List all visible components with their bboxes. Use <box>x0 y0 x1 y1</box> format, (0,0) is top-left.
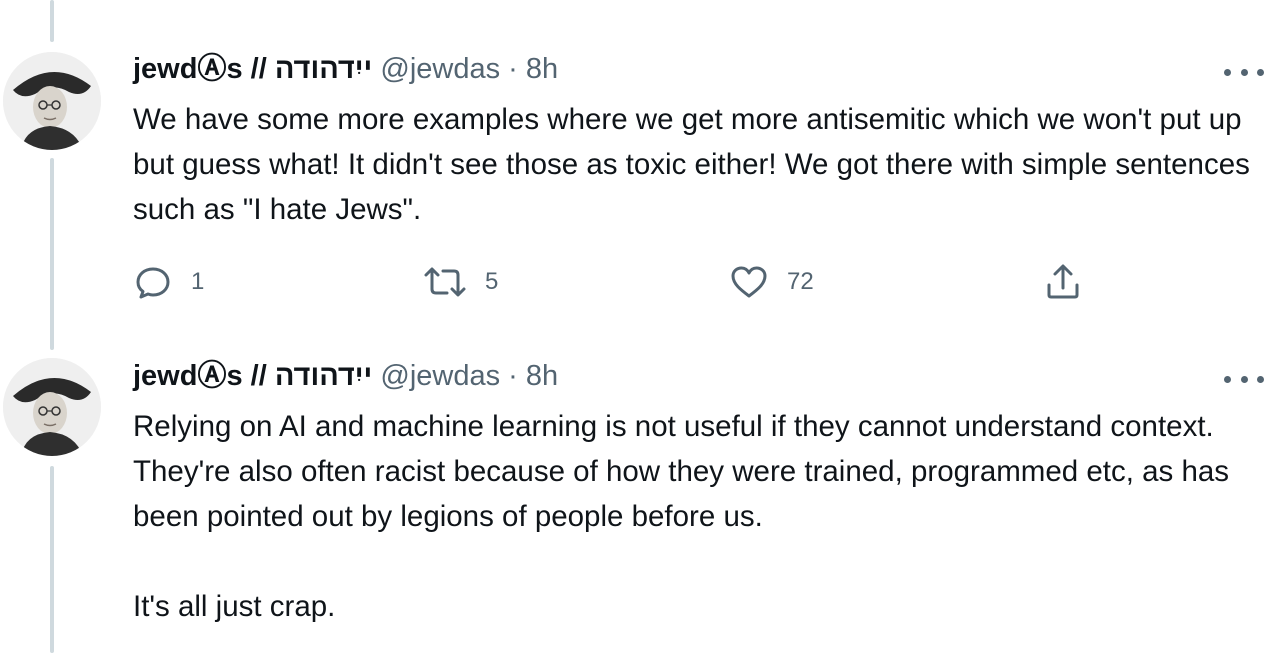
share-upload-icon <box>1047 264 1079 299</box>
tweet[interactable]: jewdⒶs // ייִדהודה @jewdas · 8h Relying … <box>0 330 1280 653</box>
avatar[interactable] <box>3 52 101 150</box>
author-name[interactable]: jewdⒶs // ייִדהודה <box>133 360 372 392</box>
retweet-arrows-icon <box>424 267 466 297</box>
retweet-button[interactable]: 5 <box>423 262 498 302</box>
tweet-actions: 1 5 72 <box>133 262 1113 302</box>
author-handle[interactable]: @jewdas <box>380 360 500 392</box>
avatar-portrait-image <box>3 52 101 150</box>
like-button[interactable]: 72 <box>729 262 814 302</box>
tweet-text: We have some more examples where we get … <box>133 103 1259 226</box>
reply-count: 1 <box>191 268 205 295</box>
share-button[interactable] <box>1043 262 1083 302</box>
tweet[interactable]: jewdⒶs // ייִדהודה @jewdas · 8h We have … <box>0 0 1280 330</box>
tweet-header: jewdⒶs // ייִדהודה @jewdas · 8h <box>133 356 1220 396</box>
avatar-portrait-image <box>3 358 101 456</box>
timestamp[interactable]: 8h <box>526 360 558 392</box>
tweet-header: jewdⒶs // ייִדהודה @jewdas · 8h <box>133 49 1220 89</box>
like-count: 72 <box>787 268 814 295</box>
separator-dot: · <box>508 360 518 392</box>
author-handle[interactable]: @jewdas <box>380 53 500 85</box>
separator-dot: · <box>508 53 518 85</box>
comment-bubble-icon <box>136 267 170 299</box>
avatar[interactable] <box>3 358 101 456</box>
retweet-count: 5 <box>485 268 499 295</box>
reply-button[interactable]: 1 <box>133 262 204 302</box>
timestamp[interactable]: 8h <box>526 53 558 85</box>
more-dots-icon[interactable] <box>1224 62 1264 82</box>
more-dots-icon[interactable] <box>1224 369 1264 389</box>
heart-icon <box>731 266 767 298</box>
tweet-text: Relying on AI and machine learning is no… <box>133 410 1230 623</box>
author-name[interactable]: jewdⒶs // ייִדהודה <box>133 53 372 85</box>
